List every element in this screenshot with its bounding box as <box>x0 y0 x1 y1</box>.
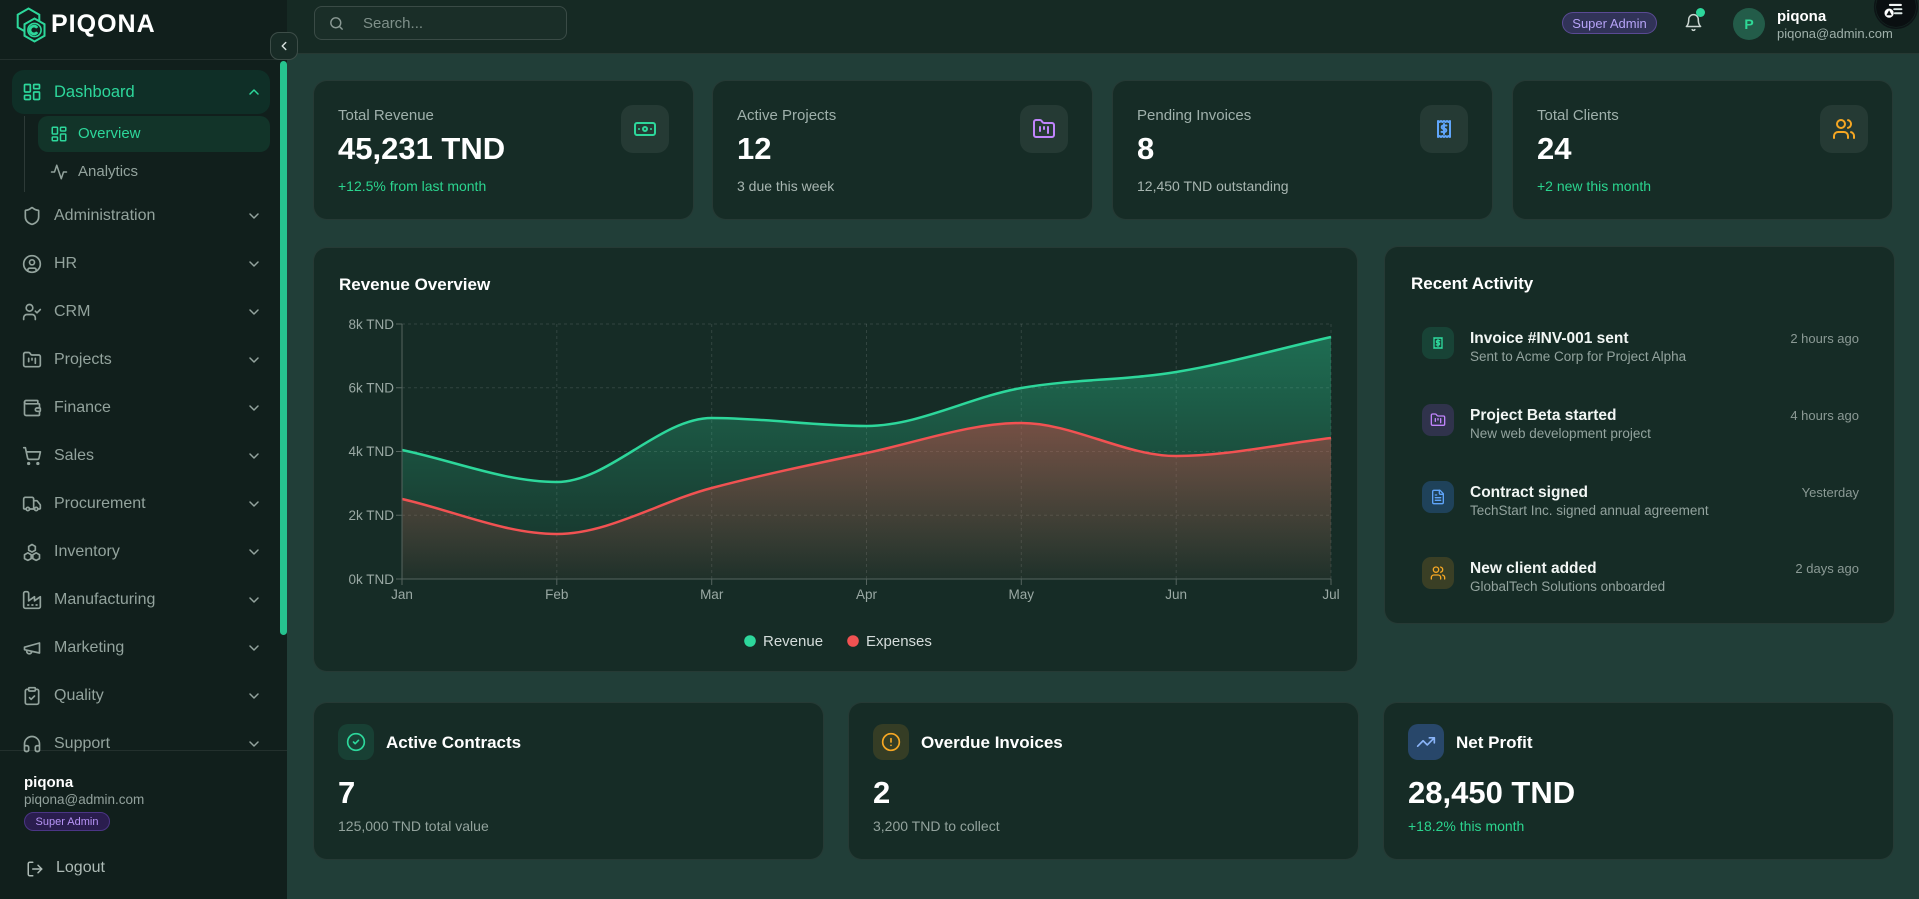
svg-text:Apr: Apr <box>856 587 878 602</box>
svg-text:8k TND: 8k TND <box>348 317 394 332</box>
svg-text:0k TND: 0k TND <box>348 572 394 587</box>
svg-text:Jun: Jun <box>1165 587 1187 602</box>
svg-text:Jul: Jul <box>1322 587 1339 602</box>
svg-text:2k TND: 2k TND <box>348 508 394 523</box>
svg-text:4k TND: 4k TND <box>348 444 394 459</box>
svg-text:Revenue: Revenue <box>763 633 823 650</box>
svg-text:Jan: Jan <box>391 587 413 602</box>
svg-text:Expenses: Expenses <box>866 633 932 650</box>
svg-text:Mar: Mar <box>700 587 724 602</box>
svg-text:May: May <box>1009 587 1035 602</box>
svg-text:Feb: Feb <box>545 587 568 602</box>
svg-text:6k TND: 6k TND <box>348 381 394 396</box>
